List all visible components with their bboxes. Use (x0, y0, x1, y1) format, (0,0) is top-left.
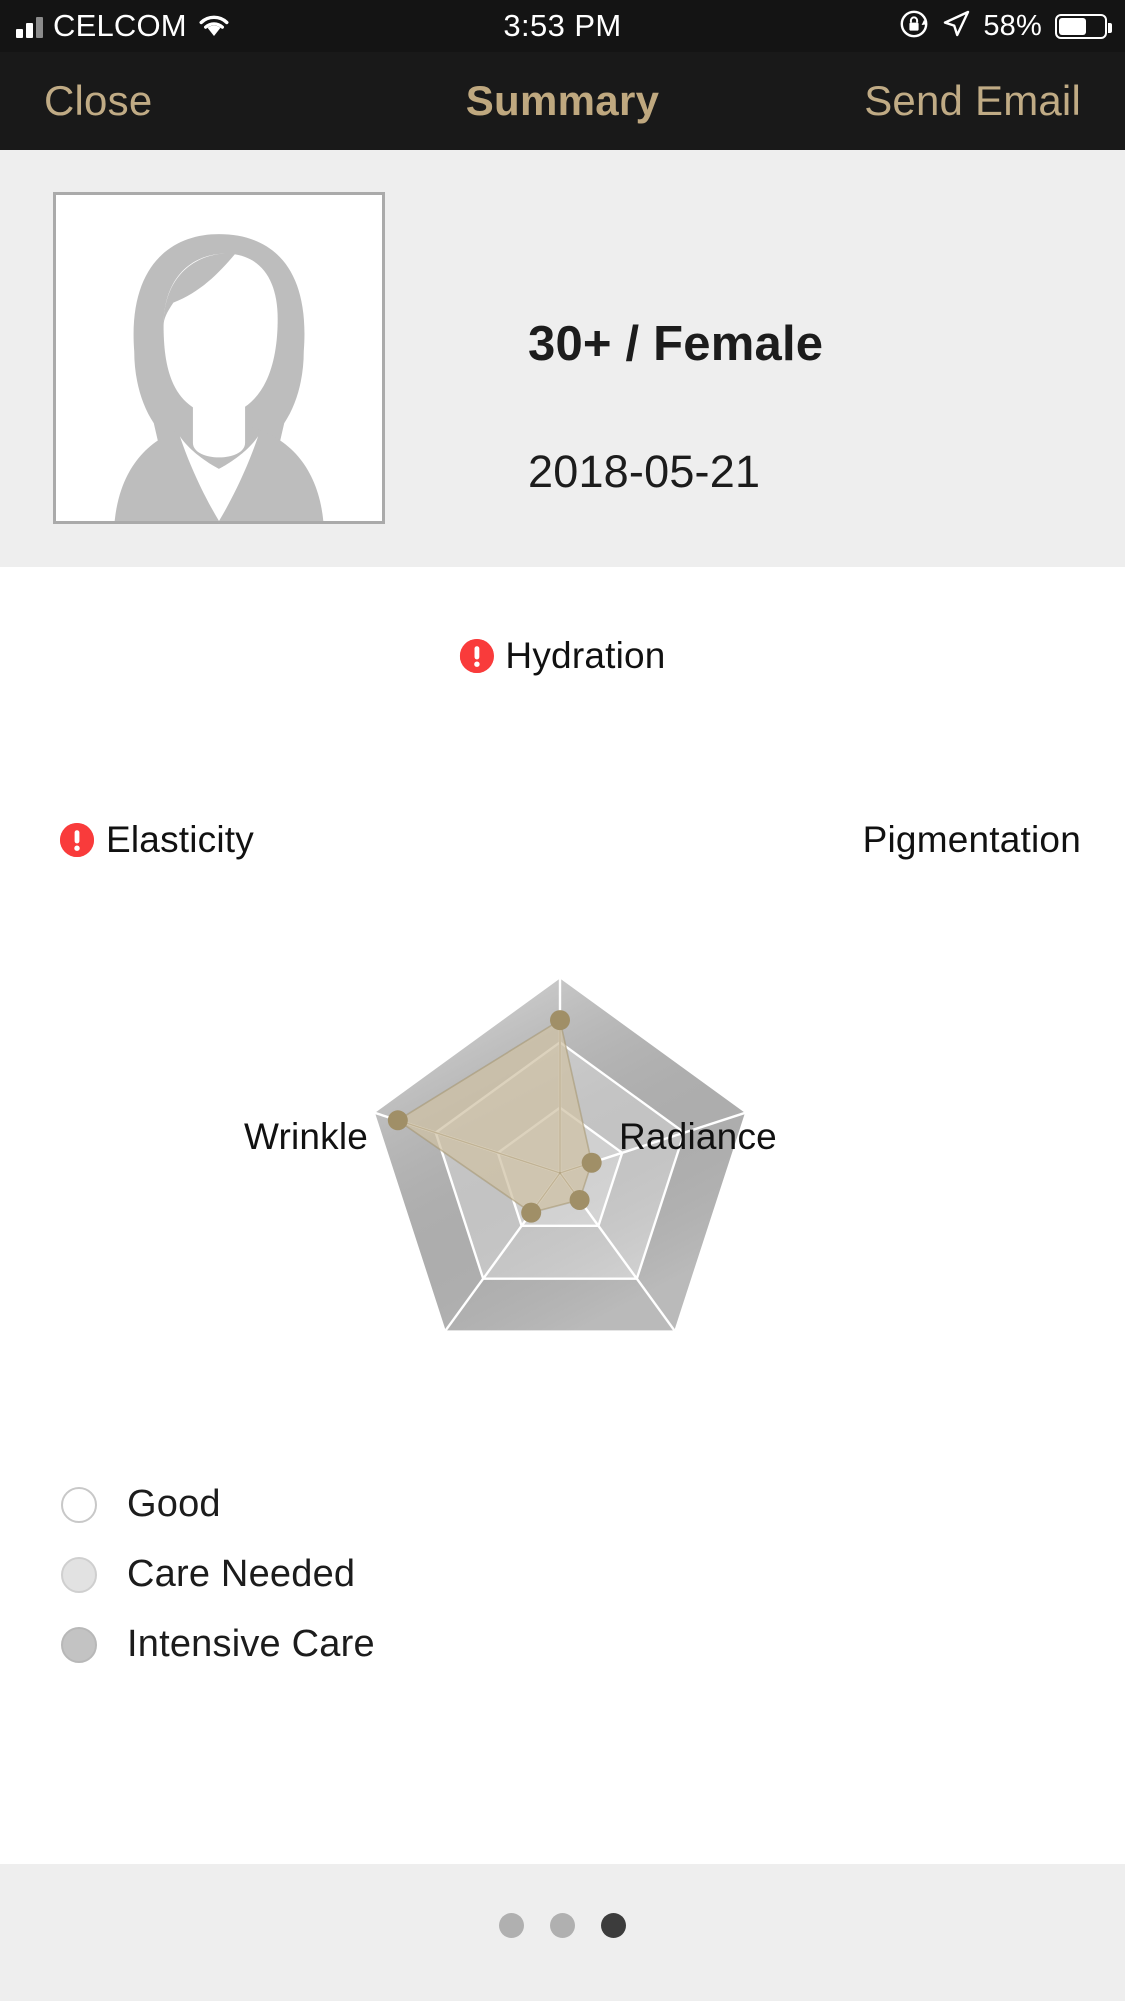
radar-point-hydration (550, 1010, 570, 1031)
close-button[interactable]: Close (44, 52, 152, 150)
location-arrow-icon (942, 10, 970, 43)
legend-item-intensive-care[interactable]: Intensive Care (61, 1623, 375, 1666)
navigation-bar: Summary Close Send Email (0, 52, 1125, 150)
page-dot-3[interactable] (601, 1913, 626, 1938)
status-bar: CELCOM 3:53 PM 58% (0, 0, 1125, 52)
page-indicator-bar (0, 1864, 1125, 2001)
avatar (53, 192, 385, 524)
legend-dot-good (61, 1486, 97, 1523)
alert-icon (60, 823, 94, 857)
send-email-button[interactable]: Send Email (864, 52, 1081, 150)
status-bar-right: 58% (899, 0, 1112, 52)
axis-label-wrinkle: Wrinkle (244, 1116, 368, 1158)
radar-point-radiance (569, 1189, 590, 1210)
legend-dot-intensive-care (61, 1626, 97, 1663)
axis-label-text: Radiance (619, 1116, 777, 1157)
person-placeholder-icon (56, 195, 382, 521)
axis-label-text: Elasticity (106, 819, 254, 860)
status-legend: Good Care Needed Intensive Care (0, 1457, 1125, 1857)
assessment-date-label: 2018-05-21 (528, 446, 761, 497)
page-dots[interactable] (499, 1913, 626, 1938)
axis-label-hydration: Hydration (459, 635, 665, 677)
legend-item-care-needed[interactable]: Care Needed (61, 1553, 355, 1596)
profile-meta: 30+ / Female 2018-05-21 (528, 192, 1088, 524)
axis-label-pigmentation: Pigmentation (863, 819, 1081, 861)
clock-label: 3:53 PM (503, 8, 622, 43)
axis-label-text: Pigmentation (862, 819, 1081, 860)
legend-dot-care-needed (61, 1556, 97, 1593)
radar-chart-section: Hydration Pigmentation Radiance Wrinkle … (0, 567, 1125, 1457)
battery-icon (1055, 13, 1112, 39)
axis-label-text: Hydration (505, 635, 666, 676)
legend-label: Good (127, 1483, 221, 1525)
battery-percent-label: 58% (983, 9, 1042, 42)
profile-panel: 30+ / Female 2018-05-21 (0, 150, 1125, 567)
radar-point-pigmentation (581, 1152, 602, 1173)
axis-label-radiance: Radiance (619, 1116, 777, 1158)
radar-chart (372, 975, 748, 1333)
legend-item-good[interactable]: Good (61, 1483, 221, 1526)
page-dot-2[interactable] (550, 1913, 575, 1938)
radar-point-elasticity (387, 1110, 408, 1131)
axis-label-elasticity: Elasticity (60, 819, 254, 861)
page-dot-1[interactable] (499, 1913, 524, 1938)
summary-screen: CELCOM 3:53 PM 58% Summary Close Send Em… (0, 0, 1125, 2001)
radar-point-wrinkle (521, 1202, 542, 1223)
age-gender-label: 30+ / Female (528, 317, 824, 371)
axis-label-text: Wrinkle (244, 1116, 369, 1157)
legend-label: Intensive Care (127, 1623, 375, 1665)
legend-label: Care Needed (127, 1553, 356, 1595)
rotation-lock-icon (899, 9, 929, 44)
alert-icon (459, 639, 494, 673)
